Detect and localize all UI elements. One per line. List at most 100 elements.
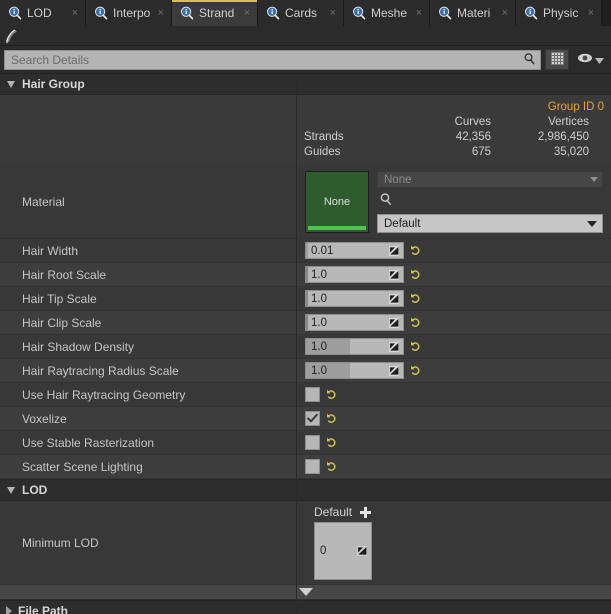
spinner-icon[interactable]	[389, 246, 399, 256]
property-label: Hair Raytracing Radius Scale	[0, 364, 296, 378]
details-search-row	[0, 46, 611, 73]
number-input[interactable]: 1.0	[305, 314, 404, 331]
property-value: 1.0	[296, 362, 611, 379]
eye-icon[interactable]	[577, 52, 593, 67]
chevron-down-icon[interactable]	[587, 221, 597, 227]
reset-arrow-icon[interactable]	[326, 412, 338, 425]
material-type-bar	[308, 226, 366, 230]
property-row-material: Material None None	[0, 166, 611, 239]
property-row: Use Hair Raytracing Geometry	[0, 383, 611, 407]
category-header-hair-group[interactable]: Hair Group	[0, 73, 611, 95]
details-panel: Hair Group Group ID 0 Curves Vertices St…	[0, 73, 611, 614]
spinner-icon[interactable]	[389, 342, 399, 352]
search-details-box[interactable]	[4, 50, 541, 70]
close-icon[interactable]: ×	[72, 8, 78, 19]
number-value: 0.01	[306, 245, 333, 257]
close-icon[interactable]: ×	[416, 8, 422, 19]
property-label: Hair Shadow Density	[0, 340, 296, 354]
tab-strand[interactable]: Strand×	[172, 0, 258, 26]
checkbox[interactable]	[305, 411, 320, 426]
tab-label: LOD	[27, 6, 67, 20]
number-input[interactable]: 1.0	[305, 338, 404, 355]
chevron-down-icon[interactable]	[595, 53, 604, 67]
tab-label: Meshe	[371, 6, 411, 20]
stats-row-strands: Strands 42,356 2,986,450	[296, 130, 611, 145]
material-thumbnail[interactable]: None	[305, 171, 369, 233]
property-label: Hair Tip Scale	[0, 292, 296, 306]
plus-icon[interactable]	[360, 507, 371, 518]
spinner-icon[interactable]	[389, 270, 399, 280]
property-row: Hair Tip Scale 1.0	[0, 287, 611, 311]
number-input[interactable]: 1.0	[305, 266, 404, 283]
spinner-icon[interactable]	[389, 366, 399, 376]
material-asset-value: None	[384, 174, 412, 186]
property-label: Hair Width	[0, 244, 296, 258]
checkbox[interactable]	[305, 459, 320, 474]
spinner-icon[interactable]	[357, 546, 367, 556]
minimum-lod-input[interactable]: 0	[314, 522, 372, 580]
reset-arrow-icon[interactable]	[326, 460, 338, 473]
reset-arrow-icon[interactable]	[410, 268, 422, 281]
close-icon[interactable]: ×	[588, 8, 594, 19]
search-input[interactable]	[11, 51, 523, 69]
chevron-down-icon[interactable]	[7, 81, 15, 88]
close-icon[interactable]: ×	[158, 8, 164, 19]
tab-cards[interactable]: Cards×	[258, 0, 344, 26]
number-value: 1.0	[306, 317, 327, 329]
grid-view-button[interactable]	[545, 49, 569, 70]
number-input[interactable]: 1.0	[305, 290, 404, 307]
tab-interpo[interactable]: Interpo×	[86, 0, 172, 26]
chevron-down-icon[interactable]	[7, 487, 15, 494]
magnifier-icon[interactable]	[379, 192, 393, 209]
tab-materi[interactable]: Materi×	[430, 0, 516, 26]
visibility-dropdown[interactable]	[573, 52, 607, 67]
property-value: 1.0	[296, 314, 611, 331]
stats-vertices-value: 2,986,450	[491, 130, 596, 145]
info-search-icon	[438, 6, 452, 20]
reset-arrow-icon[interactable]	[410, 316, 422, 329]
reset-arrow-icon[interactable]	[410, 340, 422, 353]
property-value: 1.0	[296, 266, 611, 283]
chevron-right-icon[interactable]	[6, 606, 12, 614]
magnifier-icon[interactable]	[523, 52, 536, 68]
spinner-icon[interactable]	[389, 294, 399, 304]
material-slot-combo[interactable]: Default	[377, 214, 603, 233]
group-id-label: Group ID 0	[296, 99, 611, 115]
category-header-file-path[interactable]: File Path	[0, 600, 611, 614]
close-icon[interactable]: ×	[244, 8, 250, 19]
tab-lod[interactable]: LOD ×	[0, 0, 86, 26]
material-browse-row	[377, 191, 603, 209]
close-icon[interactable]: ×	[502, 8, 508, 19]
category-header-lod[interactable]: LOD	[0, 479, 611, 501]
info-search-icon	[8, 6, 22, 20]
number-input[interactable]: 1.0	[305, 362, 404, 379]
tab-meshe[interactable]: Meshe ×	[344, 0, 430, 26]
spinner-icon[interactable]	[389, 318, 399, 328]
close-icon[interactable]: ×	[330, 8, 336, 19]
property-row-minimum-lod: Minimum LOD Default 0	[0, 501, 611, 585]
reset-arrow-icon[interactable]	[410, 292, 422, 305]
number-input[interactable]: 0.01	[305, 242, 404, 259]
tab-physic[interactable]: Physic×	[516, 0, 602, 26]
checkbox[interactable]	[305, 435, 320, 450]
property-row: Hair Width 0.01	[0, 239, 611, 263]
show-more-row[interactable]	[0, 585, 611, 600]
property-value	[296, 387, 611, 402]
property-label: Scatter Scene Lighting	[0, 460, 296, 474]
reset-arrow-icon[interactable]	[410, 244, 422, 257]
chevron-down-icon[interactable]	[590, 177, 598, 182]
stats-vertices-value: 35,020	[491, 145, 596, 160]
property-value	[296, 411, 611, 426]
reset-arrow-icon[interactable]	[326, 388, 338, 401]
reset-arrow-icon[interactable]	[410, 364, 422, 377]
checkbox[interactable]	[305, 387, 320, 402]
stats-curves-value: 675	[396, 145, 491, 160]
chevron-down-icon[interactable]	[299, 588, 313, 596]
reset-arrow-icon[interactable]	[326, 436, 338, 449]
number-value: 1.0	[306, 341, 327, 353]
material-asset-picker[interactable]: None	[377, 171, 603, 188]
stats-row-guides: Guides 675 35,020	[296, 145, 611, 160]
stats-row-label: Guides	[296, 145, 396, 160]
hair-group-property-list: Hair Width0.01Hair Root Scale1.0Hair Tip…	[0, 239, 611, 479]
grid-view-icon	[551, 52, 564, 68]
